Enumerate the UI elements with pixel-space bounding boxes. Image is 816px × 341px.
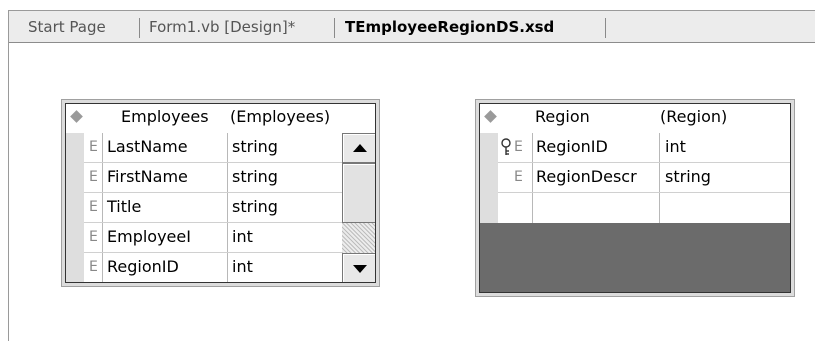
element-marker: E [89,199,98,215]
column-type[interactable]: string [665,167,711,186]
region-table[interactable]: Region (Region) E RegionID int E RegionD… [475,99,795,297]
cell-divider [227,133,228,163]
column-name[interactable]: EmployeeI [107,227,191,246]
cell-divider [227,253,228,282]
column-name[interactable]: LastName [107,137,188,156]
row-gutter [66,133,84,163]
column-type[interactable]: int [665,137,686,156]
row-gutter [480,193,498,223]
cell-divider [102,223,103,253]
cell-divider [102,193,103,223]
element-marker: E [514,139,523,155]
element-diamond-icon [70,110,83,123]
employees-scrollbar[interactable] [342,133,375,282]
table-row[interactable]: E RegionID int [66,253,375,282]
cell-divider [102,133,103,163]
document-tab-strip: Start Page Form1.vb [Design]* TEmployeeR… [9,11,815,43]
scroll-down-arrow-icon [353,265,367,273]
new-row-placeholder[interactable] [480,193,790,223]
table-row[interactable]: E LastName string [66,133,375,163]
employees-table-name: Employees [121,107,209,126]
empty-table-area [480,223,790,292]
cell-divider [102,253,103,282]
cell-divider [532,133,533,163]
element-marker: E [89,169,98,185]
tab-separator [605,18,606,38]
column-name[interactable]: RegionID [536,137,608,156]
employees-table[interactable]: Employees (Employees) E LastName string … [61,99,380,287]
region-table-name: Region [535,107,590,126]
column-type[interactable]: string [232,137,278,156]
designer-window: Start Page Form1.vb [Design]* TEmployeeR… [8,10,815,341]
scroll-down-button[interactable] [342,253,375,282]
cell-divider [532,163,533,193]
row-gutter [66,253,84,282]
tab-separator [334,18,335,38]
column-type[interactable]: int [232,257,253,276]
row-gutter [480,133,498,163]
table-row[interactable]: E RegionID int [480,133,790,163]
cell-divider [227,193,228,223]
tab-start-page[interactable]: Start Page [28,11,106,43]
cell-divider [227,163,228,193]
employees-table-header[interactable]: Employees (Employees) [66,104,375,130]
cell-divider [659,193,660,223]
row-gutter [66,193,84,223]
table-row[interactable]: E EmployeeI int [66,223,375,253]
element-marker: E [89,139,98,155]
scroll-up-arrow-icon [353,144,367,152]
employees-table-type: (Employees) [230,107,331,126]
column-name[interactable]: RegionDescr [536,167,637,186]
cell-divider [659,163,660,193]
column-name[interactable]: Title [107,197,141,216]
scroll-track[interactable] [342,223,375,253]
table-row[interactable]: E RegionDescr string [480,163,790,193]
cell-divider [102,163,103,193]
element-marker: E [89,259,98,275]
column-type[interactable]: string [232,197,278,216]
tab-form1-design[interactable]: Form1.vb [Design]* [149,11,295,43]
tab-xsd-active[interactable]: TEmployeeRegionDS.xsd [345,11,554,43]
region-table-header[interactable]: Region (Region) [480,104,790,130]
column-type[interactable]: string [232,167,278,186]
table-row[interactable]: E FirstName string [66,163,375,193]
cell-divider [227,223,228,253]
cell-divider [659,133,660,163]
region-table-type: (Region) [660,107,728,126]
scroll-up-button[interactable] [342,133,375,163]
primary-key-icon [501,138,511,155]
row-gutter [480,163,498,193]
cell-divider [532,193,533,223]
column-type[interactable]: int [232,227,253,246]
row-gutter [66,223,84,253]
element-marker: E [514,169,523,185]
table-row[interactable]: E Title string [66,193,375,223]
element-diamond-icon [484,110,497,123]
element-marker: E [89,229,98,245]
column-name[interactable]: RegionID [107,257,179,276]
column-name[interactable]: FirstName [107,167,188,186]
tab-separator [139,18,140,38]
row-gutter [66,163,84,193]
scroll-thumb[interactable] [342,163,375,223]
